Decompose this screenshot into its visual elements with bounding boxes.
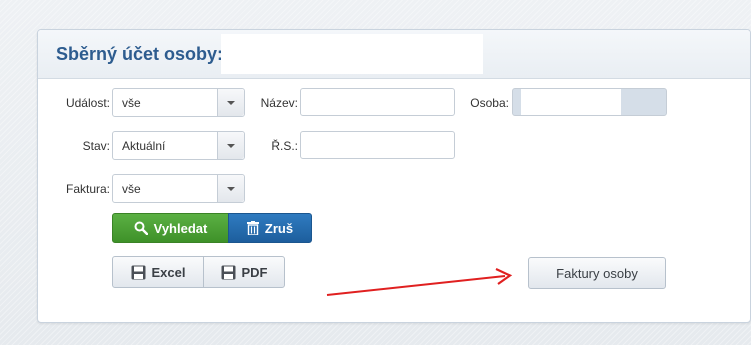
- annotation-arrow-icon: [326, 268, 513, 296]
